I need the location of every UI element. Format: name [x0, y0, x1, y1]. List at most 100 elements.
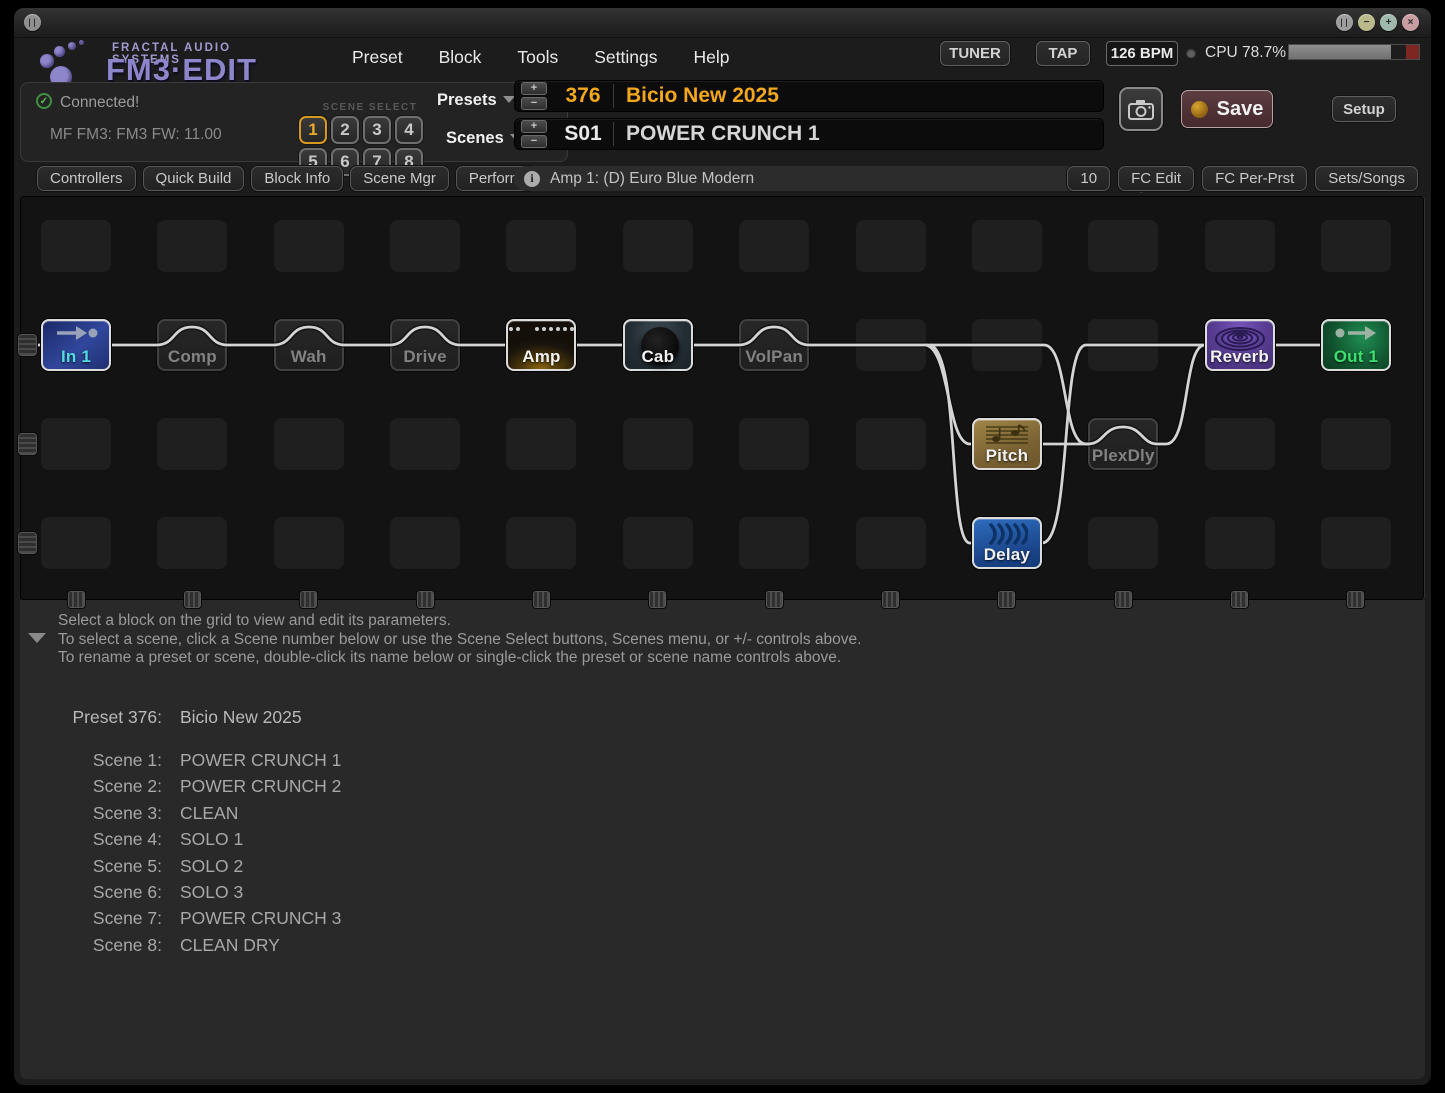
column-connector-handle[interactable]	[998, 591, 1015, 608]
grid-slot[interactable]	[856, 418, 926, 470]
grid-slot[interactable]	[856, 220, 926, 272]
scene-name[interactable]: POWER CRUNCH 1	[626, 122, 820, 146]
restore-icon[interactable]: ∣∣	[1336, 14, 1353, 31]
scene-row-name[interactable]: POWER CRUNCH 3	[180, 908, 341, 929]
grid-slot[interactable]	[41, 517, 111, 569]
column-connector-handle[interactable]	[300, 591, 317, 608]
grid-slot[interactable]	[274, 517, 344, 569]
grid-slot[interactable]	[506, 418, 576, 470]
grid-slot[interactable]	[1088, 220, 1158, 272]
scene-row-name[interactable]: SOLO 3	[180, 882, 243, 903]
save-button[interactable]: Save	[1181, 90, 1273, 128]
block-volpan[interactable]: VolPan	[739, 319, 809, 371]
row-connector-handle[interactable]	[18, 433, 37, 455]
grid-slot[interactable]	[739, 220, 809, 272]
column-connector-handle[interactable]	[533, 591, 550, 608]
preset-plus-button[interactable]: +	[521, 82, 547, 95]
grid-slot[interactable]	[1205, 517, 1275, 569]
block-reverb[interactable]: Reverb	[1205, 319, 1275, 371]
block-info-bar[interactable]: i Amp 1: (D) Euro Blue Modern	[514, 166, 1104, 191]
tab-scene-mgr[interactable]: Scene Mgr	[350, 166, 449, 191]
grid-slot[interactable]	[390, 418, 460, 470]
column-connector-handle[interactable]	[68, 591, 85, 608]
tab-10[interactable]: 10	[1067, 166, 1110, 191]
scene-row-name[interactable]: POWER CRUNCH 2	[180, 776, 341, 797]
block-delay[interactable]: Delay	[972, 517, 1042, 569]
scene-row-name[interactable]: CLEAN DRY	[180, 935, 280, 956]
grid-slot[interactable]	[390, 517, 460, 569]
grid-slot[interactable]	[972, 220, 1042, 272]
scene-button-4[interactable]: 4	[395, 116, 423, 144]
tab-fc-edit[interactable]: FC Edit	[1118, 166, 1194, 191]
tap-button[interactable]: TAP	[1036, 41, 1090, 66]
grid-slot[interactable]	[856, 517, 926, 569]
grid-slot[interactable]	[157, 418, 227, 470]
grid-slot[interactable]	[157, 220, 227, 272]
grid-slot[interactable]	[739, 418, 809, 470]
block-cab[interactable]: Cab	[623, 319, 693, 371]
close-icon[interactable]: ×	[1402, 14, 1419, 31]
menu-item-help[interactable]: Help	[693, 47, 729, 68]
scene-button-1[interactable]: 1	[299, 116, 327, 144]
menu-item-block[interactable]: Block	[439, 47, 482, 68]
grid-slot[interactable]	[972, 319, 1042, 371]
grid-slot[interactable]	[1321, 220, 1391, 272]
tab-controllers[interactable]: Controllers	[37, 166, 136, 191]
grid-slot[interactable]	[623, 517, 693, 569]
menu-item-preset[interactable]: Preset	[352, 47, 403, 68]
menu-item-settings[interactable]: Settings	[594, 47, 657, 68]
scene-plus-button[interactable]: +	[521, 120, 547, 133]
column-connector-handle[interactable]	[1231, 591, 1248, 608]
block-wah[interactable]: Wah	[274, 319, 344, 371]
scene-row-name[interactable]: CLEAN	[180, 803, 238, 824]
block-in-1[interactable]: In 1	[41, 319, 111, 371]
block-amp[interactable]: Amp	[506, 319, 576, 371]
tab-quick-build[interactable]: Quick Build	[143, 166, 245, 191]
snapshot-button[interactable]	[1119, 87, 1163, 131]
presets-dropdown[interactable]: Presets	[437, 91, 515, 110]
minimize-icon[interactable]: −	[1358, 14, 1375, 31]
grid-slot[interactable]	[1088, 517, 1158, 569]
scene-button-2[interactable]: 2	[331, 116, 359, 144]
column-connector-handle[interactable]	[766, 591, 783, 608]
scene-row-name[interactable]: POWER CRUNCH 1	[180, 750, 341, 771]
grid-slot[interactable]	[1321, 418, 1391, 470]
grid-slot[interactable]	[506, 220, 576, 272]
column-connector-handle[interactable]	[882, 591, 899, 608]
grid-slot[interactable]	[1321, 517, 1391, 569]
block-comp[interactable]: Comp	[157, 319, 227, 371]
grid-slot[interactable]	[623, 220, 693, 272]
block-plexdly[interactable]: PlexDly	[1088, 418, 1158, 470]
column-connector-handle[interactable]	[1115, 591, 1132, 608]
grid-slot[interactable]	[157, 517, 227, 569]
preset-number[interactable]: 376	[555, 84, 611, 108]
grid-slot[interactable]	[1088, 319, 1158, 371]
grid-slot[interactable]	[274, 220, 344, 272]
preset-minus-button[interactable]: −	[521, 97, 547, 110]
column-connector-handle[interactable]	[417, 591, 434, 608]
tab-block-info[interactable]: Block Info	[251, 166, 343, 191]
pause-icon[interactable]: ∣∣	[24, 14, 41, 31]
grid-slot[interactable]	[1205, 418, 1275, 470]
grid-slot[interactable]	[506, 517, 576, 569]
column-connector-handle[interactable]	[184, 591, 201, 608]
grid-slot[interactable]	[41, 220, 111, 272]
block-drive[interactable]: Drive	[390, 319, 460, 371]
grid-slot[interactable]	[390, 220, 460, 272]
column-connector-handle[interactable]	[1347, 591, 1364, 608]
menu-item-tools[interactable]: Tools	[517, 47, 558, 68]
setup-button[interactable]: Setup	[1332, 96, 1396, 122]
preset-name[interactable]: Bicio New 2025	[626, 84, 779, 108]
collapse-panel-caret[interactable]	[28, 633, 46, 643]
scene-row-name[interactable]: SOLO 2	[180, 856, 243, 877]
maximize-icon[interactable]: +	[1380, 14, 1397, 31]
tab-sets-songs[interactable]: Sets/Songs	[1315, 166, 1418, 191]
scene-number[interactable]: S01	[555, 122, 611, 146]
title-bar[interactable]: ∣∣ ∣∣−+×	[14, 8, 1431, 38]
grid-slot[interactable]	[274, 418, 344, 470]
tuner-button[interactable]: TUNER	[940, 41, 1010, 66]
grid-slot[interactable]	[1205, 220, 1275, 272]
grid-slot[interactable]	[856, 319, 926, 371]
scenes-dropdown[interactable]: Scenes	[446, 129, 522, 148]
grid-slot[interactable]	[41, 418, 111, 470]
